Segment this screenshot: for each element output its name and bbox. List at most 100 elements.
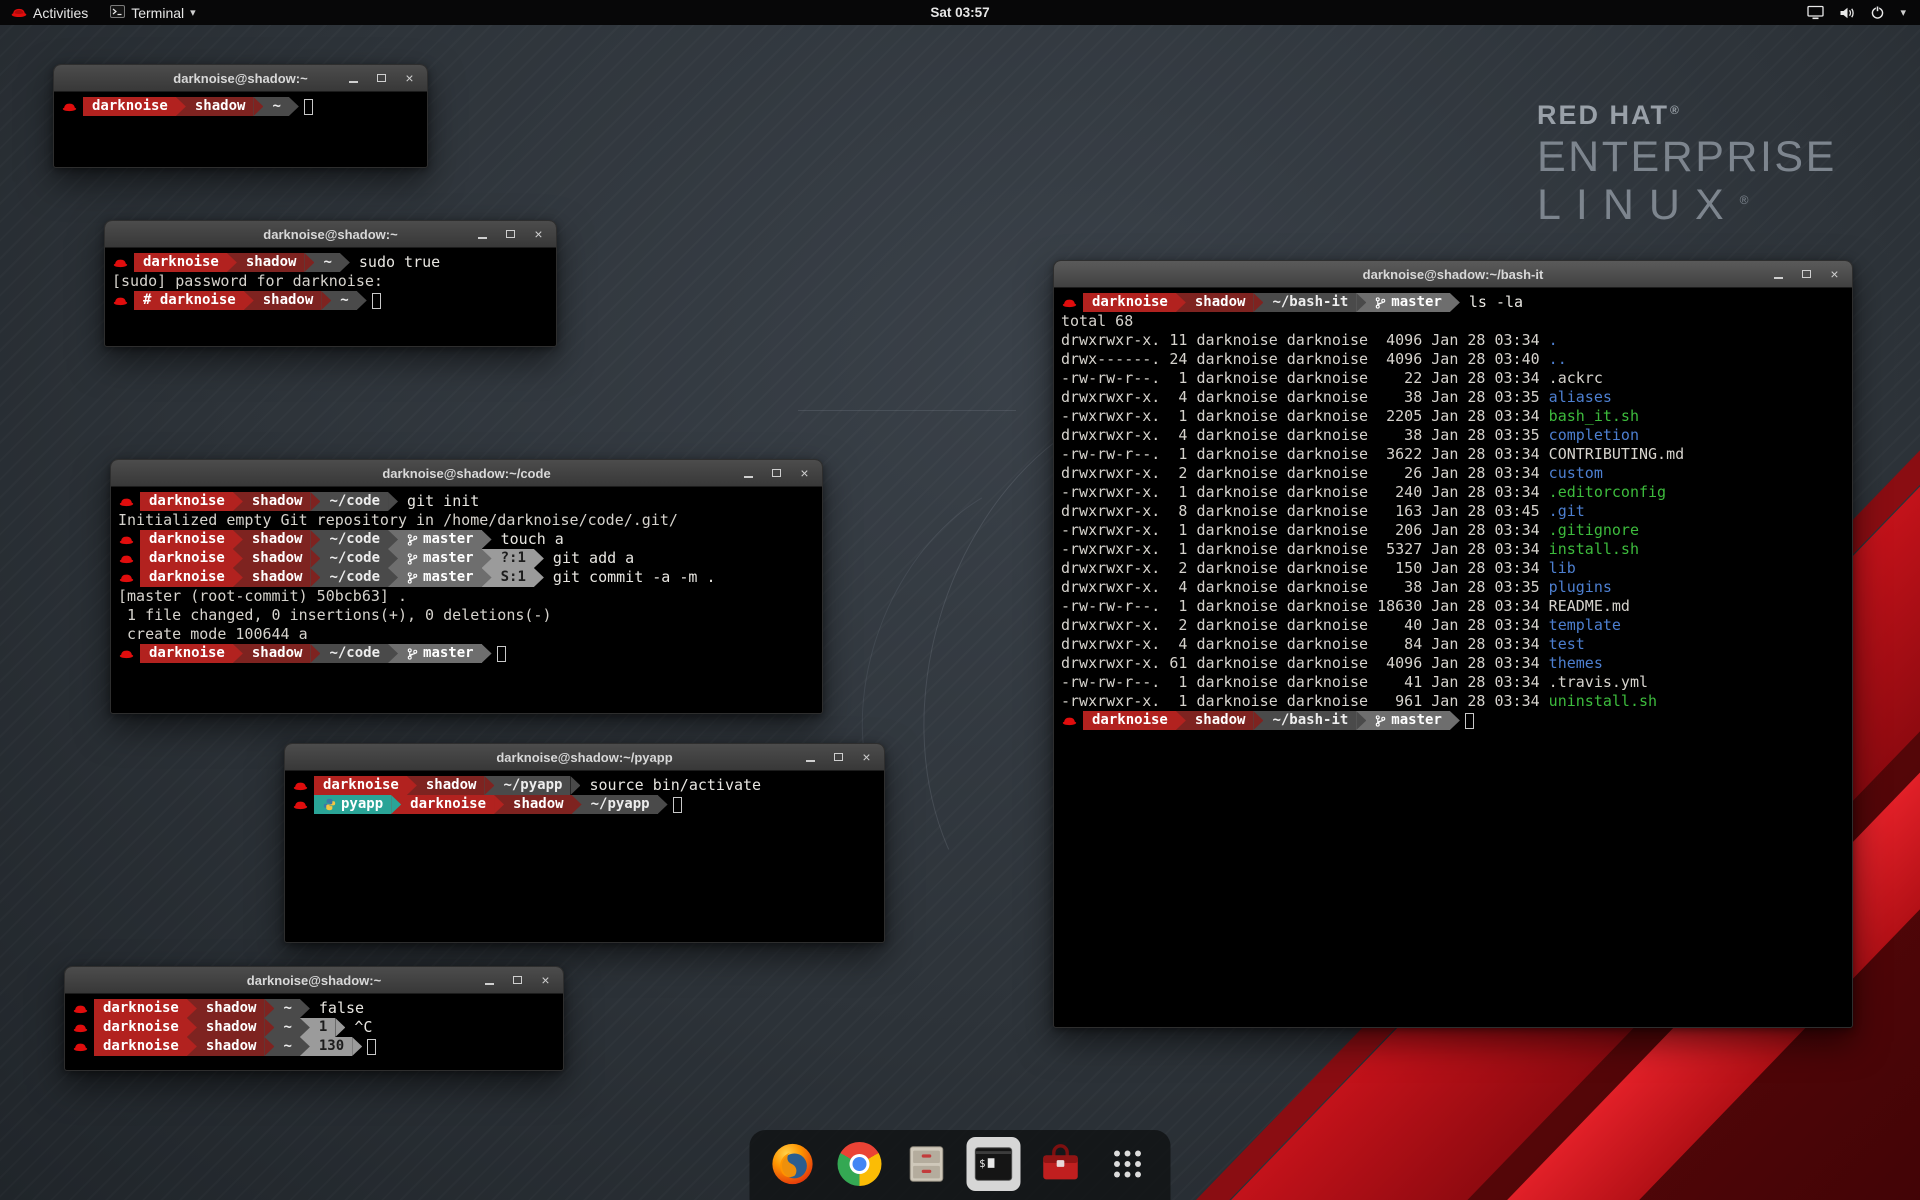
powerline-separator	[1356, 293, 1366, 312]
terminal-text: drwxrwxr-x. 4 darknoise darknoise 38 Jan…	[1061, 426, 1549, 445]
minimize-button[interactable]	[346, 71, 361, 86]
dock-files-icon[interactable]	[900, 1137, 954, 1191]
prompt-line: # darknoiseshadow~	[112, 291, 549, 310]
minimize-button[interactable]	[741, 466, 756, 481]
powerline-separator	[264, 999, 274, 1018]
powerline-separator	[1176, 711, 1186, 730]
redhat-prompt-icon	[113, 253, 128, 272]
redhat-prompt-icon	[73, 1037, 88, 1056]
close-button[interactable]: ×	[1827, 267, 1842, 282]
window-titlebar[interactable]: darknoise@shadow:~ ×	[65, 967, 563, 994]
terminal-window: darknoise@shadow:~ × darknoiseshadow~	[53, 64, 428, 168]
terminal-text: -rw-rw-r--. 1 darknoise darknoise 3622 J…	[1061, 445, 1549, 464]
window-titlebar[interactable]: darknoise@shadow:~/bash-it ×	[1054, 261, 1852, 288]
minimize-button[interactable]	[475, 227, 490, 242]
dock: $	[750, 1130, 1171, 1200]
command-text: git init	[398, 492, 479, 511]
output-line: -rwxrwxr-x. 1 darknoise darknoise 5327 J…	[1061, 540, 1845, 559]
minimize-button[interactable]	[482, 973, 497, 988]
app-menu-terminal[interactable]: Terminal ▾	[99, 0, 206, 25]
terminal-content[interactable]: darknoiseshadow~/bash-itmaster ls -latot…	[1054, 288, 1852, 735]
output-line: drwxrwxr-x. 2 darknoise darknoise 150 Ja…	[1061, 559, 1845, 578]
powerline-separator	[310, 530, 320, 549]
redhat-prompt-icon	[119, 492, 134, 511]
dock-chrome-icon[interactable]	[833, 1137, 887, 1191]
maximize-button[interactable]	[503, 227, 518, 242]
window-titlebar[interactable]: darknoise@shadow:~/pyapp ×	[285, 744, 884, 771]
prompt-segment-path: ~/code	[320, 549, 388, 568]
close-button[interactable]: ×	[797, 466, 812, 481]
minimize-button[interactable]	[1771, 267, 1786, 282]
command-text: git add a	[544, 549, 634, 568]
dock-toolbox-icon[interactable]	[1034, 1137, 1088, 1191]
maximize-button[interactable]	[769, 466, 784, 481]
window-titlebar[interactable]: darknoise@shadow:~ ×	[105, 221, 556, 248]
terminal-text: install.sh	[1549, 540, 1639, 559]
brand-line2: ENTERPRISE	[1537, 136, 1837, 179]
terminal-text: [sudo] password for darknoise:	[112, 272, 392, 291]
maximize-button[interactable]	[510, 973, 525, 988]
output-line: -rw-rw-r--. 1 darknoise darknoise 18630 …	[1061, 597, 1845, 616]
terminal-content[interactable]: darknoiseshadow~	[54, 92, 427, 121]
terminal-text: -rwxrwxr-x. 1 darknoise darknoise 2205 J…	[1061, 407, 1549, 426]
prompt-line: pyappdarknoiseshadow~/pyapp	[292, 795, 877, 814]
close-button[interactable]: ×	[402, 71, 417, 86]
prompt-segment-stat: 1	[310, 1018, 335, 1037]
powerline-separator	[1450, 711, 1460, 730]
prompt-line: darknoiseshadow~/code git init	[118, 492, 815, 511]
close-button[interactable]: ×	[538, 973, 553, 988]
prompt-line: darknoiseshadow~/codemaster	[118, 644, 815, 663]
terminal-text: .	[1549, 331, 1558, 350]
powerline-separator	[310, 549, 320, 568]
dock-terminal-icon[interactable]: $	[967, 1137, 1021, 1191]
dock-firefox-icon[interactable]	[766, 1137, 820, 1191]
powerline-separator	[494, 795, 504, 814]
terminal-text: drwx------. 24 darknoise darknoise 4096 …	[1061, 350, 1549, 369]
powerline-separator	[233, 549, 243, 568]
powerline-separator	[1253, 293, 1263, 312]
terminal-text: aliases	[1549, 388, 1612, 407]
window-titlebar[interactable]: darknoise@shadow:~ ×	[54, 65, 427, 92]
powerline-separator	[187, 1018, 197, 1037]
terminal-content[interactable]: darknoiseshadow~ sudo true[sudo] passwor…	[105, 248, 556, 315]
window-titlebar[interactable]: darknoise@shadow:~/code ×	[111, 460, 822, 487]
display-icon[interactable]	[1807, 5, 1824, 20]
maximize-button[interactable]	[831, 750, 846, 765]
output-line: drwxrwxr-x. 61 darknoise darknoise 4096 …	[1061, 654, 1845, 673]
maximize-button[interactable]	[1799, 267, 1814, 282]
activities-button[interactable]: Activities	[0, 0, 99, 25]
brand-line3: LINUX	[1537, 181, 1739, 229]
maximize-button[interactable]	[374, 71, 389, 86]
prompt-segment-user: darknoise	[314, 776, 407, 795]
registered-mark: ®	[1670, 103, 1681, 117]
clock[interactable]: Sat 03:57	[930, 5, 989, 20]
terminal-text: [master (root-commit) 50bcb63] .	[118, 587, 407, 606]
prompt-segment-path: ~	[263, 97, 288, 116]
close-button[interactable]: ×	[859, 750, 874, 765]
prompt-segment-path: ~	[314, 253, 339, 272]
minimize-button[interactable]	[803, 750, 818, 765]
prompt-segment-path: ~/code	[320, 568, 388, 587]
output-line: drwx------. 24 darknoise darknoise 4096 …	[1061, 350, 1845, 369]
branch-icon	[407, 571, 418, 585]
prompt-segment-path: ~	[274, 1037, 299, 1056]
redhat-prompt-icon	[119, 549, 134, 568]
powerline-separator	[289, 97, 299, 116]
prompt-segment-path: ~/pyapp	[582, 795, 658, 814]
terminal-text: drwxrwxr-x. 8 darknoise darknoise 163 Ja…	[1061, 502, 1549, 521]
powerline-separator	[300, 1037, 310, 1056]
terminal-content[interactable]: darknoiseshadow~ falsedarknoiseshadow~1 …	[65, 994, 563, 1061]
terminal-text: template	[1549, 616, 1621, 635]
window-title: darknoise@shadow:~/bash-it	[1054, 267, 1852, 282]
terminal-content[interactable]: darknoiseshadow~/code git initInitialize…	[111, 487, 822, 668]
terminal-content[interactable]: darknoiseshadow~/pyapp source bin/activa…	[285, 771, 884, 819]
powerline-separator	[176, 97, 186, 116]
terminal-window: darknoise@shadow:~/pyapp × darknoiseshad…	[284, 743, 885, 943]
redhat-prompt-icon	[293, 776, 308, 795]
prompt-segment-user: darknoise	[401, 795, 494, 814]
close-button[interactable]: ×	[531, 227, 546, 242]
dock-app-grid-icon[interactable]	[1101, 1137, 1155, 1191]
volume-icon[interactable]	[1839, 6, 1855, 20]
redhat-prompt-icon	[1062, 293, 1077, 312]
power-icon[interactable]	[1870, 5, 1885, 20]
